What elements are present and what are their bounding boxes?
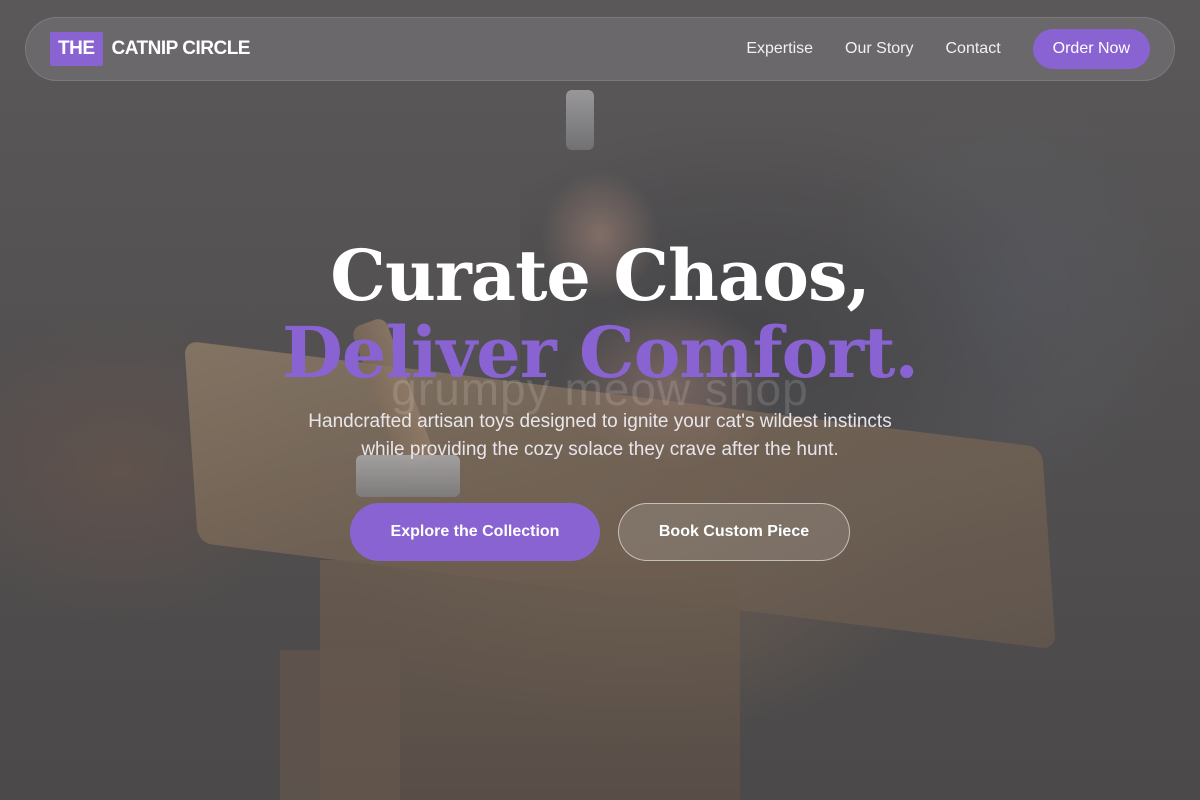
nav-link-our-story[interactable]: Our Story bbox=[845, 40, 913, 58]
headline-line-1: Curate Chaos, bbox=[330, 234, 871, 317]
watermark-text: grumpy meow shop bbox=[391, 363, 809, 415]
hero-subtitle: Handcrafted artisan toys designed to ign… bbox=[0, 408, 1200, 464]
top-navbar: THE CATNIP CIRCLE Expertise Our Story Co… bbox=[25, 17, 1175, 81]
book-custom-piece-button[interactable]: Book Custom Piece bbox=[618, 503, 850, 561]
nav-link-expertise[interactable]: Expertise bbox=[746, 40, 813, 58]
logo-text: CATNIP CIRCLE bbox=[111, 38, 251, 59]
explore-collection-button[interactable]: Explore the Collection bbox=[350, 503, 600, 561]
order-now-button[interactable]: Order Now bbox=[1032, 29, 1150, 69]
nav-link-contact[interactable]: Contact bbox=[946, 40, 1001, 58]
hero-actions: Explore the Collection Book Custom Piece bbox=[0, 503, 1200, 561]
subtitle-line-2: while providing the cozy solace they cra… bbox=[361, 439, 839, 460]
logo-badge: THE bbox=[50, 32, 103, 66]
nav-links: Expertise Our Story Contact Order Now bbox=[714, 29, 1150, 69]
brand-logo[interactable]: THE CATNIP CIRCLE bbox=[50, 32, 250, 66]
